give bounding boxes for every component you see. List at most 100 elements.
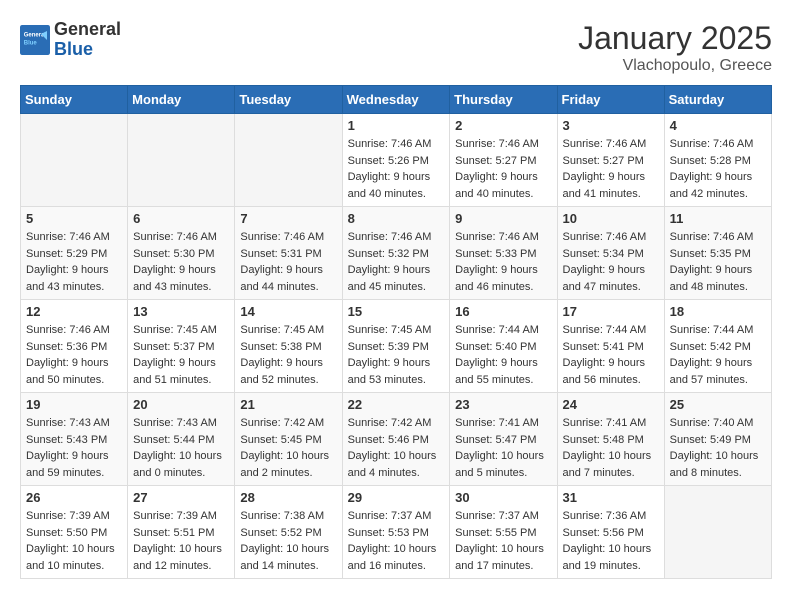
day-info: Sunrise: 7:37 AMSunset: 5:55 PMDaylight:… [455, 508, 551, 574]
day-number: 30 [455, 490, 551, 505]
day-number: 10 [563, 211, 659, 226]
day-cell: 26Sunrise: 7:39 AMSunset: 5:50 PMDayligh… [21, 486, 128, 579]
day-info: Sunrise: 7:43 AMSunset: 5:44 PMDaylight:… [133, 415, 229, 481]
day-number: 19 [26, 397, 122, 412]
day-info: Sunrise: 7:46 AMSunset: 5:27 PMDaylight:… [563, 136, 659, 202]
day-cell: 3 Sunrise: 7:46 AMSunset: 5:27 PMDaylight… [557, 114, 664, 207]
day-cell: 14 Sunrise: 7:45 AMSunset: 5:38 PMDayligh… [235, 300, 342, 393]
day-cell: 2Sunrise: 7:46 AMSunset: 5:27 PMDaylight… [450, 114, 557, 207]
day-info: Sunrise: 7:46 AMSunset: 5:29 PMDaylight:… [26, 229, 122, 295]
logo-general: General [54, 20, 121, 40]
day-number: 28 [240, 490, 336, 505]
day-number: 25 [670, 397, 766, 412]
day-number: 3 [563, 118, 659, 133]
day-number: 4 [670, 118, 766, 133]
week-row: 12 Sunrise: 7:46 AMSunset: 5:36 PMDayligh… [21, 300, 772, 393]
location-title: Vlachopoulo, Greece [578, 57, 772, 75]
day-info: Sunrise: 7:46 AMSunset: 5:32 PMDaylight:… [348, 229, 445, 295]
day-cell: 13 Sunrise: 7:45 AMSunset: 5:37 PMDayligh… [128, 300, 235, 393]
day-info: Sunrise: 7:45 AMSunset: 5:38 PMDaylight:… [240, 322, 336, 388]
day-info: Sunrise: 7:46 AMSunset: 5:34 PMDaylight:… [563, 229, 659, 295]
calendar-body: 1 Sunrise: 7:46 AMSunset: 5:26 PMDaylight… [21, 114, 772, 579]
day-number: 7 [240, 211, 336, 226]
week-row: 5 Sunrise: 7:46 AMSunset: 5:29 PMDaylight… [21, 207, 772, 300]
day-cell: 22 Sunrise: 7:42 AMSunset: 5:46 PMDayligh… [342, 393, 450, 486]
logo-text: General Blue [54, 20, 121, 60]
day-cell: 8 Sunrise: 7:46 AMSunset: 5:32 PMDaylight… [342, 207, 450, 300]
day-number: 14 [240, 304, 336, 319]
day-cell: 27 Sunrise: 7:39 AMSunset: 5:51 PMDayligh… [128, 486, 235, 579]
day-number: 22 [348, 397, 445, 412]
day-cell: 28 Sunrise: 7:38 AMSunset: 5:52 PMDayligh… [235, 486, 342, 579]
day-cell: 29 Sunrise: 7:37 AMSunset: 5:53 PMDayligh… [342, 486, 450, 579]
day-number: 31 [563, 490, 659, 505]
day-number: 13 [133, 304, 229, 319]
day-info: Sunrise: 7:46 AMSunset: 5:26 PMDaylight:… [348, 136, 445, 202]
day-cell: 10 Sunrise: 7:46 AMSunset: 5:34 PMDayligh… [557, 207, 664, 300]
day-cell: 17 Sunrise: 7:44 AMSunset: 5:41 PMDayligh… [557, 300, 664, 393]
day-cell [664, 486, 771, 579]
day-info: Sunrise: 7:46 AMSunset: 5:27 PMDaylight:… [455, 136, 551, 202]
month-title: January 2025 [578, 20, 772, 57]
title-area: January 2025 Vlachopoulo, Greece [578, 20, 772, 75]
day-number: 12 [26, 304, 122, 319]
header: General Blue General Blue January 2025 V… [20, 20, 772, 75]
weekday-header: Sunday [21, 86, 128, 114]
weekday-header: Saturday [664, 86, 771, 114]
day-cell: 31 Sunrise: 7:36 AMSunset: 5:56 PMDayligh… [557, 486, 664, 579]
weekday-header: Tuesday [235, 86, 342, 114]
day-number: 20 [133, 397, 229, 412]
day-info: Sunrise: 7:36 AMSunset: 5:56 PMDaylight:… [563, 508, 659, 574]
day-cell: 1 Sunrise: 7:46 AMSunset: 5:26 PMDaylight… [342, 114, 450, 207]
day-cell: 9 Sunrise: 7:46 AMSunset: 5:33 PMDaylight… [450, 207, 557, 300]
day-cell: 20 Sunrise: 7:43 AMSunset: 5:44 PMDayligh… [128, 393, 235, 486]
day-info: Sunrise: 7:39 AMSunset: 5:51 PMDaylight:… [133, 508, 229, 574]
logo-blue: Blue [54, 40, 121, 60]
day-cell: 18Sunrise: 7:44 AMSunset: 5:42 PMDayligh… [664, 300, 771, 393]
day-number: 8 [348, 211, 445, 226]
week-row: 26Sunrise: 7:39 AMSunset: 5:50 PMDayligh… [21, 486, 772, 579]
day-cell: 19 Sunrise: 7:43 AMSunset: 5:43 PMDayligh… [21, 393, 128, 486]
day-info: Sunrise: 7:44 AMSunset: 5:41 PMDaylight:… [563, 322, 659, 388]
day-number: 5 [26, 211, 122, 226]
day-info: Sunrise: 7:38 AMSunset: 5:52 PMDaylight:… [240, 508, 336, 574]
day-info: Sunrise: 7:44 AMSunset: 5:40 PMDaylight:… [455, 322, 551, 388]
day-cell: 7Sunrise: 7:46 AMSunset: 5:31 PMDaylight… [235, 207, 342, 300]
svg-text:Blue: Blue [24, 40, 38, 46]
day-number: 6 [133, 211, 229, 226]
day-info: Sunrise: 7:46 AMSunset: 5:28 PMDaylight:… [670, 136, 766, 202]
day-number: 27 [133, 490, 229, 505]
day-number: 1 [348, 118, 445, 133]
day-cell: 24Sunrise: 7:41 AMSunset: 5:48 PMDayligh… [557, 393, 664, 486]
weekday-header: Wednesday [342, 86, 450, 114]
day-info: Sunrise: 7:42 AMSunset: 5:46 PMDaylight:… [348, 415, 445, 481]
day-cell: 15Sunrise: 7:45 AMSunset: 5:39 PMDayligh… [342, 300, 450, 393]
logo: General Blue General Blue [20, 20, 121, 60]
day-info: Sunrise: 7:46 AMSunset: 5:36 PMDaylight:… [26, 322, 122, 388]
day-number: 17 [563, 304, 659, 319]
day-info: Sunrise: 7:46 AMSunset: 5:30 PMDaylight:… [133, 229, 229, 295]
day-info: Sunrise: 7:41 AMSunset: 5:48 PMDaylight:… [563, 415, 659, 481]
day-cell [128, 114, 235, 207]
day-info: Sunrise: 7:46 AMSunset: 5:35 PMDaylight:… [670, 229, 766, 295]
day-number: 9 [455, 211, 551, 226]
day-cell [21, 114, 128, 207]
day-cell: 11Sunrise: 7:46 AMSunset: 5:35 PMDayligh… [664, 207, 771, 300]
day-cell [235, 114, 342, 207]
day-info: Sunrise: 7:40 AMSunset: 5:49 PMDaylight:… [670, 415, 766, 481]
day-number: 29 [348, 490, 445, 505]
day-info: Sunrise: 7:43 AMSunset: 5:43 PMDaylight:… [26, 415, 122, 481]
day-info: Sunrise: 7:37 AMSunset: 5:53 PMDaylight:… [348, 508, 445, 574]
day-cell: 16Sunrise: 7:44 AMSunset: 5:40 PMDayligh… [450, 300, 557, 393]
day-info: Sunrise: 7:45 AMSunset: 5:37 PMDaylight:… [133, 322, 229, 388]
day-cell: 12 Sunrise: 7:46 AMSunset: 5:36 PMDayligh… [21, 300, 128, 393]
day-cell: 25 Sunrise: 7:40 AMSunset: 5:49 PMDayligh… [664, 393, 771, 486]
day-cell: 30 Sunrise: 7:37 AMSunset: 5:55 PMDayligh… [450, 486, 557, 579]
day-info: Sunrise: 7:46 AMSunset: 5:33 PMDaylight:… [455, 229, 551, 295]
day-cell: 5 Sunrise: 7:46 AMSunset: 5:29 PMDaylight… [21, 207, 128, 300]
weekday-row: SundayMondayTuesdayWednesdayThursdayFrid… [21, 86, 772, 114]
day-info: Sunrise: 7:45 AMSunset: 5:39 PMDaylight:… [348, 322, 445, 388]
week-row: 1 Sunrise: 7:46 AMSunset: 5:26 PMDaylight… [21, 114, 772, 207]
day-info: Sunrise: 7:41 AMSunset: 5:47 PMDaylight:… [455, 415, 551, 481]
logo-icon: General Blue [20, 25, 50, 55]
